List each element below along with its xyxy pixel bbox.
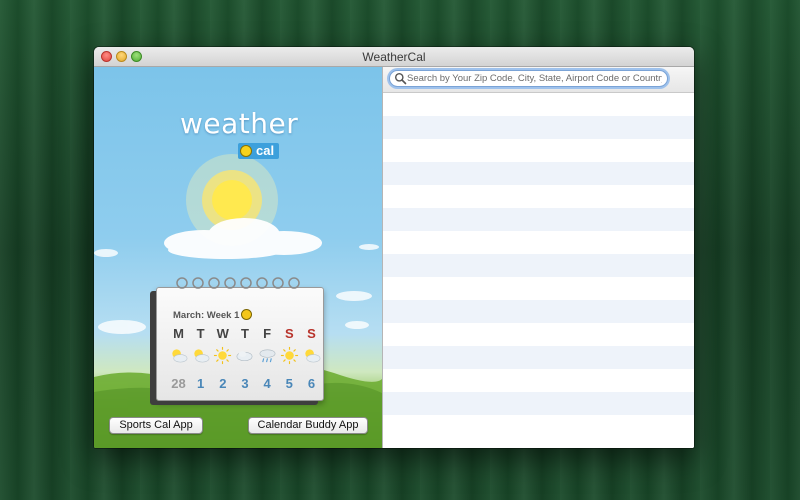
- search-icon: [395, 73, 407, 85]
- sun-cloud-icon: [169, 346, 188, 366]
- logo-wordmark: weather: [180, 107, 299, 140]
- sun-icon: [213, 346, 232, 366]
- calendar-badge-icon: [241, 309, 252, 320]
- list-item[interactable]: [383, 185, 694, 208]
- calendar-date: 28: [171, 376, 186, 391]
- list-item[interactable]: [383, 116, 694, 139]
- list-item[interactable]: [383, 323, 694, 346]
- list-item[interactable]: [383, 346, 694, 369]
- calendar-buddy-app-button[interactable]: Calendar Buddy App: [248, 417, 368, 434]
- list-item[interactable]: [383, 139, 694, 162]
- list-item[interactable]: [383, 254, 694, 277]
- calendar-board: March: Week 1 MTWTFSS 28 1 2 3 4 5 6: [156, 287, 324, 401]
- calendar-date: 5: [285, 376, 293, 391]
- weathercal-logo: weather cal: [180, 107, 320, 167]
- calendar-day-letter: T: [240, 326, 249, 341]
- list-item[interactable]: [383, 300, 694, 323]
- calendar-week-label: March: Week 1: [173, 310, 240, 321]
- title-bar[interactable]: WeatherCal: [94, 47, 694, 67]
- list-item[interactable]: [383, 369, 694, 392]
- sun-cloud-icon: [302, 346, 321, 366]
- list-item[interactable]: [383, 392, 694, 415]
- calendar-date: 4: [263, 376, 271, 391]
- sun-icon: [280, 346, 299, 366]
- calendar-day-letter: S: [284, 326, 294, 341]
- calendar-icon-row: [169, 346, 321, 366]
- calendar-date: 2: [219, 376, 227, 391]
- calendar-day-letter: T: [196, 326, 205, 341]
- sun-cloud-icon: [191, 346, 210, 366]
- desk-calendar: March: Week 1 MTWTFSS 28 1 2 3 4 5 6: [148, 275, 326, 407]
- logo-cal-text: cal: [256, 143, 275, 158]
- results-list[interactable]: [383, 93, 694, 438]
- calendar-day-letter: F: [263, 326, 272, 341]
- list-item[interactable]: [383, 415, 694, 438]
- list-item[interactable]: [383, 162, 694, 185]
- rain-cloud-icon: [258, 346, 277, 366]
- sports-cal-app-button[interactable]: Sports Cal App: [109, 417, 203, 434]
- app-window: WeatherCal weather cal March: Week 1 M T…: [94, 47, 694, 448]
- calendar-day-letter: M: [173, 326, 184, 341]
- calendar-date: 3: [241, 376, 249, 391]
- window-title: WeatherCal: [362, 50, 426, 64]
- calendar-date-row: 28 1 2 3 4 5 6: [169, 376, 321, 391]
- search-input[interactable]: [407, 71, 662, 86]
- calendar-date: 6: [307, 376, 316, 391]
- calendar-rings: [176, 277, 300, 289]
- calendar-day-letter: S: [307, 326, 316, 341]
- list-item[interactable]: [383, 208, 694, 231]
- cloud-icon: [235, 346, 254, 366]
- list-item[interactable]: [383, 93, 694, 116]
- calendar-day-row: MTWTFSS: [169, 326, 321, 341]
- logo-badge-icon: [240, 145, 252, 157]
- list-item[interactable]: [383, 231, 694, 254]
- cloud-icon: [164, 218, 322, 259]
- list-item[interactable]: [383, 277, 694, 300]
- calendar-day-letter: W: [216, 326, 229, 341]
- search-results-pane: [382, 67, 694, 448]
- calendar-date: 1: [197, 376, 205, 391]
- search-toolbar: [383, 67, 694, 93]
- weather-promo-pane: weather cal March: Week 1 MTWTFSS 28 1 2 3 4…: [94, 67, 382, 448]
- search-field[interactable]: [389, 70, 668, 87]
- logo-cal-tag: cal: [238, 143, 280, 159]
